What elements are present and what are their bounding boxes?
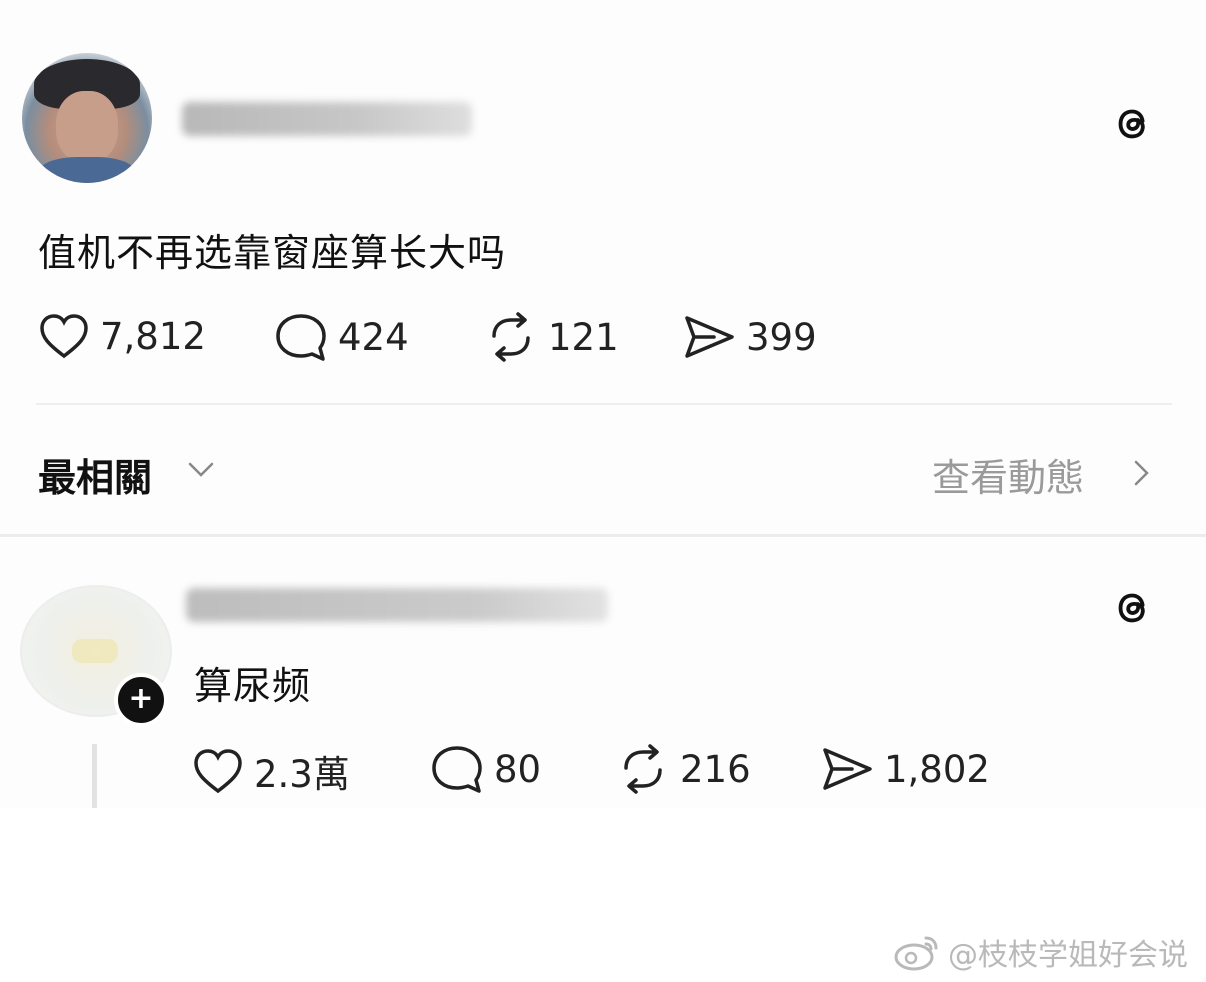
view-activity-link[interactable]: 查看動態 bbox=[932, 447, 1084, 502]
reply-comment-button[interactable]: 80 bbox=[430, 744, 541, 794]
post-comment-count: 424 bbox=[338, 315, 409, 359]
threads-screen: 值机不再选靠窗座算长大吗 7,812 424 121 399 最相關 查看動態 … bbox=[0, 0, 1206, 808]
reply-thread-line bbox=[92, 744, 97, 808]
reply-text: 算尿频 bbox=[194, 664, 312, 708]
divider bbox=[36, 403, 1172, 405]
post-comment-button[interactable]: 424 bbox=[274, 312, 409, 362]
plus-icon[interactable]: + bbox=[114, 673, 168, 727]
comment-bubble-icon bbox=[432, 746, 482, 793]
section-divider bbox=[0, 534, 1206, 537]
chevron-down-icon[interactable] bbox=[186, 458, 216, 480]
reply-comment-count: 80 bbox=[494, 747, 542, 791]
reply-like-count: 2.3萬 bbox=[254, 753, 350, 796]
send-icon bbox=[823, 748, 872, 790]
reply-repost-count: 216 bbox=[680, 747, 751, 791]
threads-logo-icon[interactable] bbox=[1110, 584, 1156, 630]
post-like-button[interactable]: 7,812 bbox=[38, 312, 206, 360]
post-share-button[interactable]: 399 bbox=[682, 312, 817, 362]
reply-share-button[interactable]: 1,802 bbox=[820, 744, 990, 794]
reply-repost-button[interactable]: 216 bbox=[616, 744, 751, 794]
reply-share-count: 1,802 bbox=[884, 747, 990, 791]
post-like-count: 7,812 bbox=[100, 314, 206, 358]
post-author-username-redacted[interactable] bbox=[182, 102, 472, 136]
post-repost-button[interactable]: 121 bbox=[484, 312, 619, 362]
reply-like-button[interactable]: 2.3萬 bbox=[192, 744, 350, 798]
repost-icon bbox=[624, 744, 662, 794]
post-share-count: 399 bbox=[746, 315, 817, 359]
send-icon bbox=[685, 316, 734, 358]
watermark-text: @枝枝学姐好会说 bbox=[948, 938, 1188, 973]
watermark: @枝枝学姐好会说 bbox=[892, 930, 1188, 974]
sort-dropdown-label[interactable]: 最相關 bbox=[38, 447, 152, 502]
post-repost-count: 121 bbox=[548, 315, 619, 359]
chevron-right-icon[interactable] bbox=[1130, 458, 1152, 488]
weibo-icon bbox=[894, 936, 938, 971]
post-text: 值机不再选靠窗座算长大吗 bbox=[38, 231, 507, 275]
repost-icon bbox=[492, 312, 530, 362]
heart-icon bbox=[194, 749, 242, 794]
post-author-avatar[interactable] bbox=[22, 53, 152, 183]
reply-author-username-redacted[interactable] bbox=[186, 588, 608, 622]
comment-bubble-icon bbox=[276, 314, 326, 361]
heart-icon bbox=[40, 314, 88, 359]
threads-logo-icon[interactable] bbox=[1110, 100, 1156, 146]
